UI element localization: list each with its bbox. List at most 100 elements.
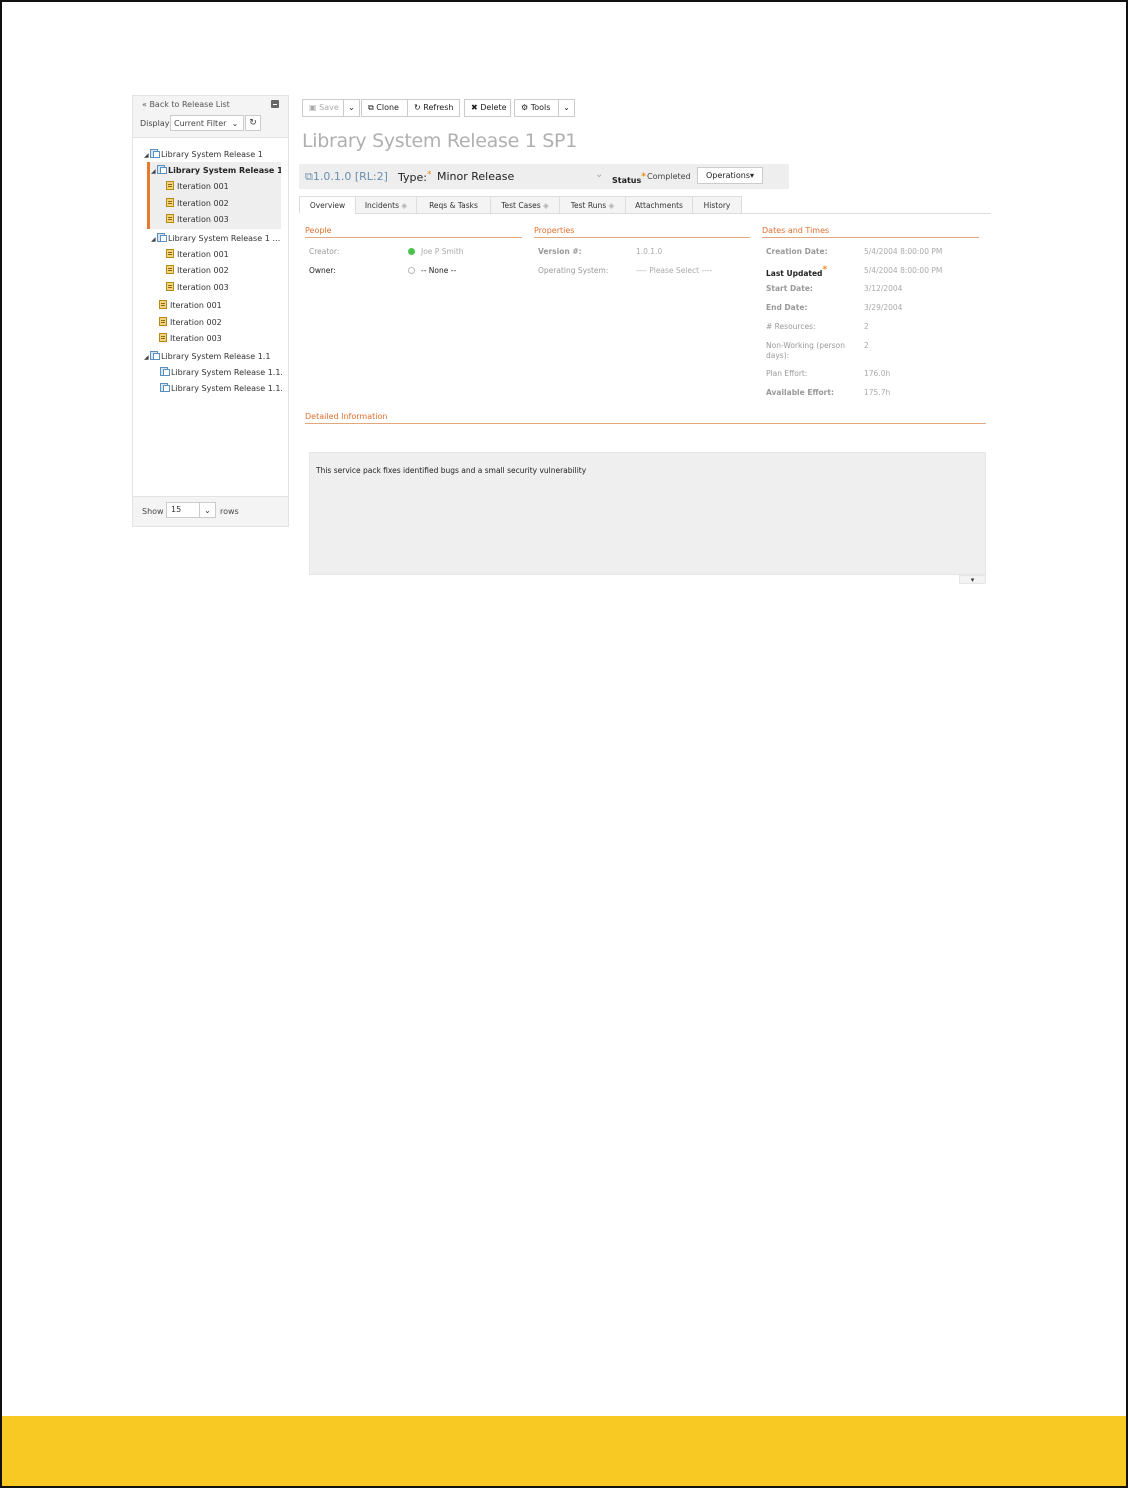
tree-item-label: Library System Release 1: [161, 150, 263, 159]
tools-dropdown[interactable]: ⌄: [558, 99, 575, 117]
offline-status-icon: [408, 267, 415, 274]
section-title: Detailed Information: [305, 412, 388, 421]
description-text: This service pack fixes identified bugs …: [316, 466, 587, 475]
release-id-text: 1.0.1.0 [RL:2]: [312, 170, 388, 183]
tree-item-label: Iteration 003: [177, 283, 229, 292]
creation-date-value: 5/4/2004 8:00:00 PM: [864, 247, 943, 256]
iteration-icon: [166, 265, 174, 274]
tab-history[interactable]: History: [692, 196, 742, 214]
version-label: Version #:: [538, 247, 582, 256]
tree-item-label: Library System Release 1 …: [168, 234, 281, 243]
editor-resize-handle[interactable]: ▾: [959, 575, 986, 584]
tab-label: Reqs & Tasks: [429, 201, 478, 210]
page-title: Library System Release 1 SP1: [302, 130, 577, 152]
collapse-icon[interactable]: [271, 100, 279, 108]
tab-reqs-tasks[interactable]: Reqs & Tasks: [416, 196, 491, 214]
resources-value: 2: [864, 322, 869, 331]
tree-item[interactable]: Iteration 001: [159, 299, 222, 313]
tree-item[interactable]: Iteration 003: [166, 213, 229, 227]
status-label: Status*: [612, 172, 646, 185]
display-label: Display: [140, 119, 170, 128]
non-working-value: 2: [864, 341, 869, 350]
tree-item-label: Iteration 001: [177, 250, 229, 259]
tab-overview[interactable]: Overview: [299, 196, 356, 214]
detailed-info-section-header: Detailed Information: [305, 412, 986, 424]
description-editor[interactable]: This service pack fixes identified bugs …: [309, 452, 986, 575]
status-value: Completed: [647, 172, 691, 181]
tree-item[interactable]: Iteration 003: [159, 332, 222, 346]
os-label: Operating System:: [538, 266, 609, 275]
tools-button[interactable]: ⚙ Tools: [514, 99, 559, 117]
rows-per-page-select[interactable]: 15: [166, 502, 200, 518]
plan-effort-value: 176.0h: [864, 369, 891, 378]
save-icon: ▣: [309, 103, 320, 112]
operations-button[interactable]: Operations▾: [697, 167, 763, 184]
back-to-release-list-link[interactable]: « Back to Release List: [142, 100, 230, 109]
end-date-value: 3/29/2004: [864, 303, 903, 312]
tree-item[interactable]: Iteration 001: [166, 180, 229, 194]
last-updated-label: Last Updated*: [766, 265, 827, 279]
release-icon: [150, 351, 160, 360]
tree-item[interactable]: ◢ Library System Release 1.1: [144, 350, 270, 364]
tree-item-label: Library System Release 1.1…: [171, 368, 282, 377]
tree-item-selected[interactable]: ◢Library System Release 1 SP1: [151, 164, 281, 178]
tree-item[interactable]: Library System Release 1.1…: [160, 382, 282, 396]
iteration-icon: [166, 282, 174, 291]
required-icon: *: [426, 170, 432, 180]
tree-item[interactable]: ◢ Library System Release 1 …: [151, 232, 283, 246]
release-icon: [157, 165, 167, 174]
available-effort-value: 175.7h: [864, 388, 891, 397]
tree-item[interactable]: Iteration 002: [166, 264, 229, 278]
refresh-icon: ↻: [414, 103, 424, 112]
tab-test-cases[interactable]: Test Cases ◈: [490, 196, 560, 214]
refresh-icon[interactable]: ↻: [245, 115, 261, 131]
creator-value: Joe P Smith: [421, 247, 464, 256]
release-icon: ⧉: [305, 170, 313, 183]
tree-item[interactable]: Library System Release 1.1…: [160, 366, 282, 380]
refresh-button[interactable]: ↻ Refresh: [407, 99, 460, 117]
caret-down-icon: ▾: [749, 171, 754, 180]
dates-section-header: Dates and Times: [762, 226, 979, 238]
chevron-down-icon[interactable]: ⌄: [227, 115, 244, 131]
caret-down-icon: ▾: [970, 576, 975, 584]
creator-label: Creator:: [309, 247, 340, 256]
owner-select[interactable]: -- None --: [408, 266, 456, 276]
type-label: Type:*: [398, 170, 431, 184]
tree-item-label: Iteration 002: [170, 318, 222, 327]
os-select[interactable]: ---- Please Select ----: [636, 266, 712, 276]
section-title: Dates and Times: [762, 226, 830, 235]
release-tree-sidebar: « Back to Release List Display Current F…: [132, 95, 289, 527]
tree-item[interactable]: Iteration 003: [166, 281, 229, 295]
tree-item[interactable]: Iteration 002: [159, 316, 222, 330]
release-icon: [160, 367, 170, 376]
save-button[interactable]: ▣ Save: [302, 99, 344, 117]
delete-button[interactable]: ✖ Delete: [464, 99, 511, 117]
plan-effort-label: Plan Effort:: [766, 369, 808, 378]
last-updated-value: 5/4/2004 8:00:00 PM: [864, 266, 943, 275]
clone-button[interactable]: ⧉ Clone: [361, 99, 408, 117]
tree-item-label: Iteration 002: [177, 266, 229, 275]
tree-item-label: Iteration 003: [177, 215, 229, 224]
chevron-down-icon[interactable]: ⌄: [199, 502, 216, 518]
type-select[interactable]: Minor Release: [437, 170, 514, 183]
show-label: Show: [142, 507, 164, 516]
resources-label: # Resources:: [766, 322, 816, 331]
chevron-down-icon: ⌄: [563, 103, 570, 112]
iteration-icon: [159, 300, 167, 309]
tree-item[interactable]: Iteration 002: [166, 197, 229, 211]
operations-label: Operations: [706, 171, 750, 180]
tab-incidents[interactable]: Incidents ◈: [355, 196, 417, 214]
tree-item-label: Iteration 003: [170, 334, 222, 343]
chevron-down-icon: ⌄: [348, 103, 355, 112]
tree-item[interactable]: ◢ Library System Release 1: [144, 148, 263, 162]
save-options-dropdown[interactable]: ⌄: [343, 99, 360, 117]
tab-attachments[interactable]: Attachments: [625, 196, 693, 214]
type-label-text: Type:: [398, 171, 427, 184]
tree-item[interactable]: Iteration 001: [166, 248, 229, 262]
end-date-label: End Date:: [766, 303, 808, 312]
tab-label: History: [703, 201, 731, 210]
tab-test-runs[interactable]: Test Runs ◈: [559, 196, 626, 214]
chevron-down-icon[interactable]: ⌄: [595, 169, 603, 180]
iteration-icon: [166, 198, 174, 207]
version-field: 1.0.1.0: [636, 247, 663, 256]
